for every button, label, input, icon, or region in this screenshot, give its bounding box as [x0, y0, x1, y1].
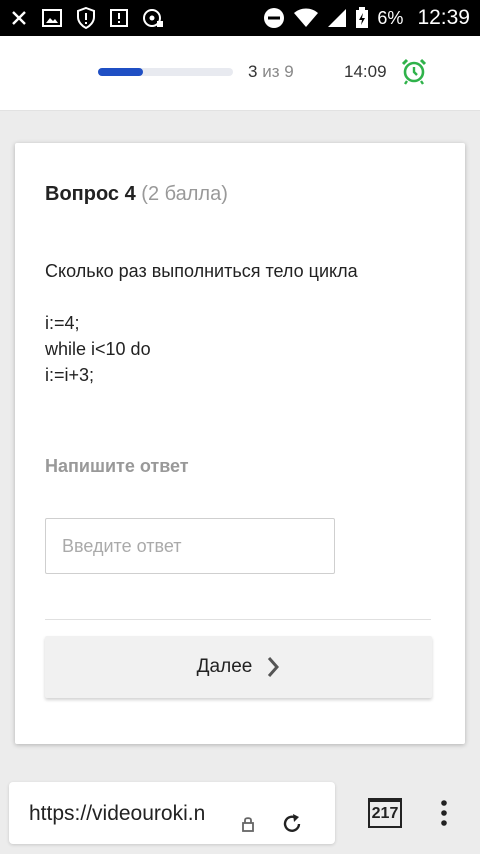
- notification-icon: [110, 9, 128, 27]
- answer-input[interactable]: [45, 518, 335, 574]
- header-divider: [0, 110, 480, 111]
- battery-icon: [355, 7, 369, 29]
- status-bar: E 6% 12:39: [0, 0, 480, 36]
- browser-toolbar: https://videouroki.n 217: [0, 770, 480, 854]
- clock: 12:39: [417, 6, 470, 29]
- image-icon: [42, 9, 62, 27]
- signal-icon: E: [327, 8, 347, 29]
- battery-percent: 6%: [377, 7, 404, 28]
- next-button[interactable]: Далее: [45, 636, 432, 698]
- question-text: Сколько раз выполниться тело цикла i:=4;…: [45, 261, 358, 385]
- progress-bar: [98, 68, 233, 76]
- wifi-icon: [293, 8, 319, 28]
- tabs-icon[interactable]: 217: [368, 798, 402, 828]
- disc-icon: [142, 7, 164, 29]
- lock-icon: [241, 816, 255, 837]
- next-button-label: Далее: [196, 656, 253, 677]
- url-text[interactable]: https://videouroki.n: [29, 802, 227, 826]
- progress-count: 3 из 9: [248, 62, 294, 81]
- menu-icon[interactable]: [440, 800, 448, 831]
- question-card: Вопрос 4 (2 балла) Сколько раз выполнить…: [15, 143, 465, 744]
- chevron-right-icon: [266, 656, 280, 678]
- do-not-disturb-icon: [263, 7, 285, 29]
- question-points: (2 балла): [141, 183, 228, 205]
- url-bar[interactable]: https://videouroki.n: [9, 782, 335, 844]
- question-title: Вопрос 4 (2 балла): [45, 183, 228, 205]
- close-icon: [10, 9, 28, 27]
- timer: 14:09: [344, 62, 387, 81]
- alarm-clock-icon: [400, 57, 428, 90]
- progress-fill: [98, 68, 143, 76]
- reload-icon[interactable]: [281, 813, 303, 840]
- card-divider: [45, 619, 431, 620]
- shield-alert-icon: [76, 7, 96, 29]
- answer-label: Напишите ответ: [45, 456, 189, 476]
